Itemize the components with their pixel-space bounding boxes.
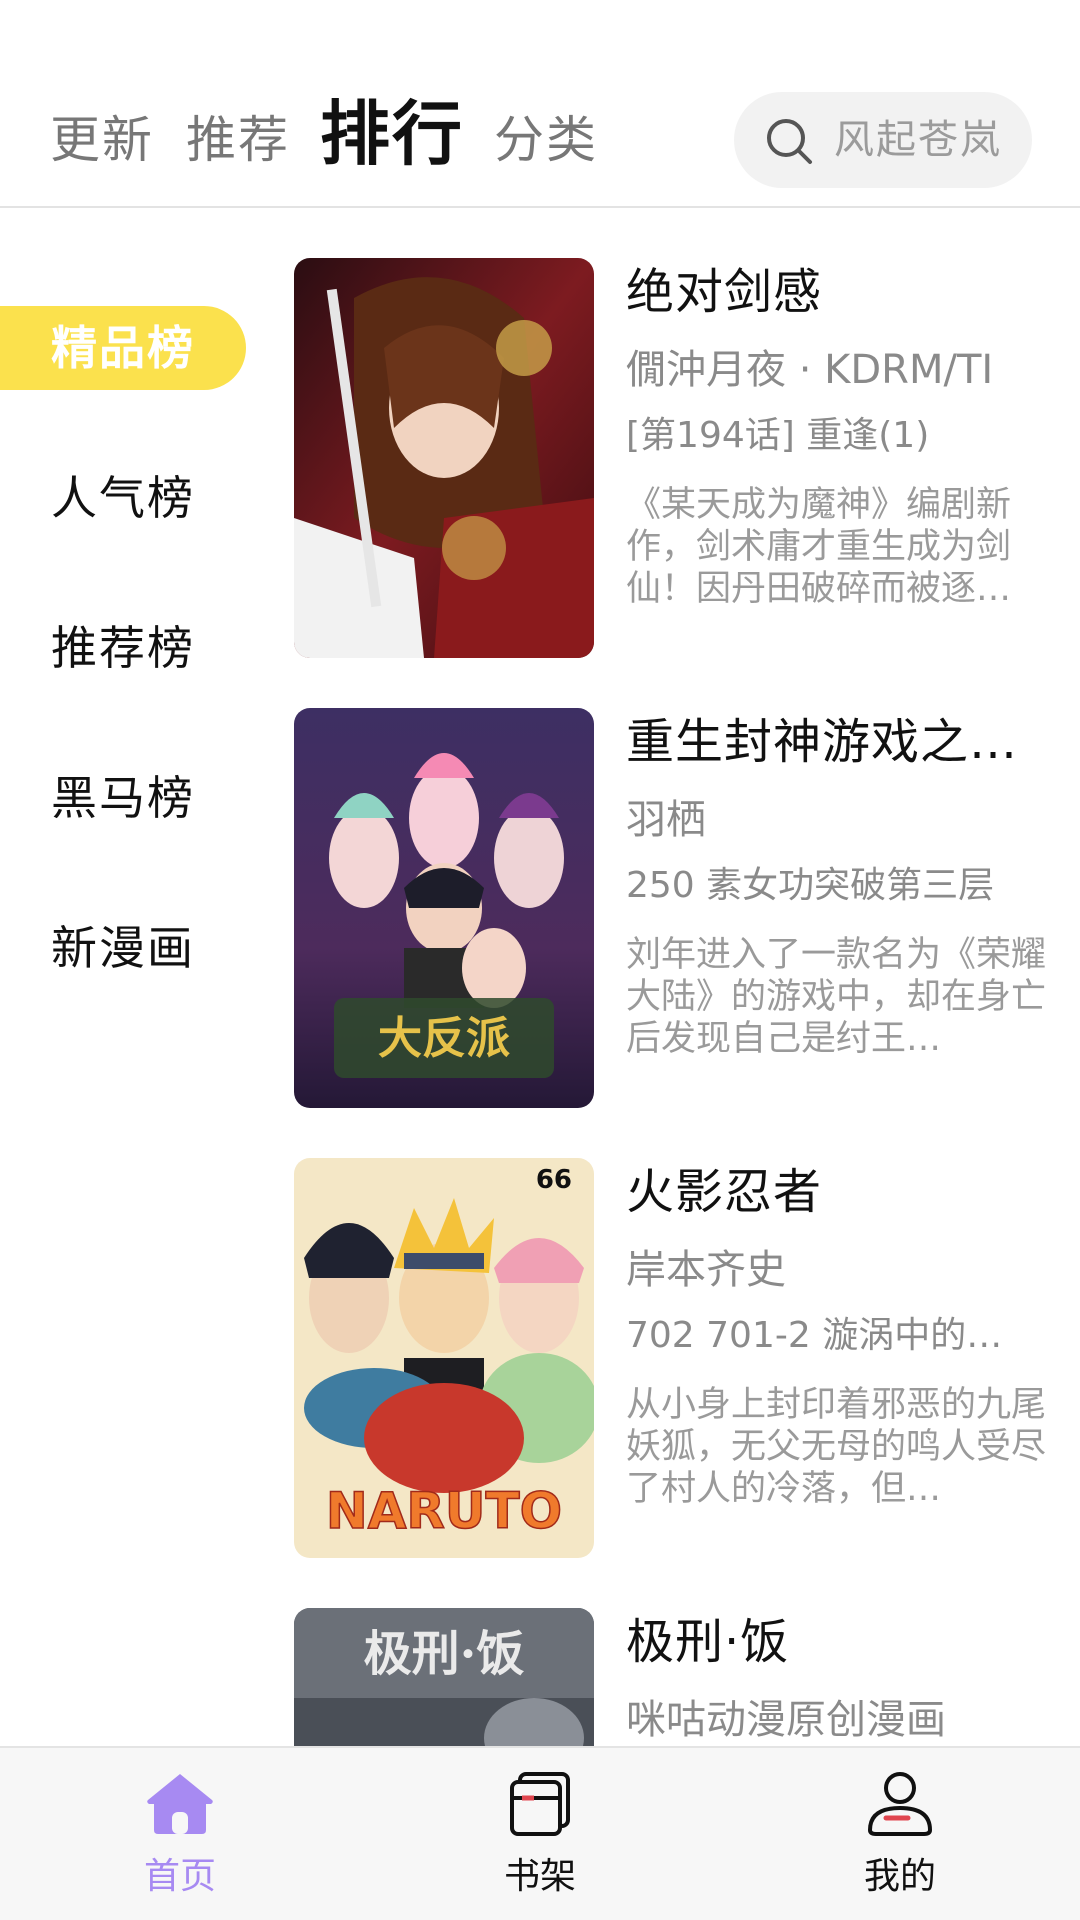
nav-profile[interactable]: 我的 <box>800 1748 1000 1920</box>
home-icon <box>147 1774 213 1834</box>
comic-title: 绝对剑感 <box>626 264 823 320</box>
cover-image: 极刑·饭 <box>294 1608 594 1748</box>
comic-card[interactable]: 大反派 重生封神游戏之… 羽栖 250 素女功突破第三层 刘年进入了一款名为《荣… <box>294 708 1054 1108</box>
rank-item-popular[interactable]: 人气榜 <box>0 456 246 540</box>
tab-updates[interactable]: 更新 <box>50 100 154 180</box>
comic-cover[interactable]: NARUTO 66 <box>294 1158 594 1558</box>
cover-image: NARUTO 66 <box>294 1158 594 1558</box>
comic-author: 僩沖月夜 · KDRM/TI <box>626 347 994 393</box>
nav-home[interactable]: 首页 <box>80 1748 280 1920</box>
bookshelf-icon <box>510 1772 570 1836</box>
comic-cover[interactable]: 大反派 <box>294 708 594 1108</box>
comic-description: 《某天成为魔神》编剧新作，剑术庸才重生成为剑仙！因丹田破碎而被逐… <box>626 485 1012 609</box>
cover-image <box>294 258 594 658</box>
svg-text:66: 66 <box>536 1165 572 1195</box>
comic-title: 火影忍者 <box>626 1164 823 1220</box>
nav-profile-label: 我的 <box>863 1856 936 1897</box>
comic-card[interactable]: 绝对剑感 僩沖月夜 · KDRM/TI [第194话] 重逢(1) 《某天成为魔… <box>294 258 1054 658</box>
comic-cover[interactable]: 极刑·饭 <box>294 1608 594 1748</box>
top-header: 更新 推荐 排行 分类 风起苍岚 <box>0 0 1080 208</box>
rank-item-new-comics[interactable]: 新漫画 <box>0 906 246 990</box>
comic-author: 岸本齐史 <box>626 1247 786 1293</box>
profile-icon <box>867 1772 933 1836</box>
comic-info: 绝对剑感 僩沖月夜 · KDRM/TI [第194话] 重逢(1) 《某天成为魔… <box>626 258 1046 610</box>
comic-latest-chapter: [第194话] 重逢(1) <box>626 415 930 456</box>
rank-sidebar: 精品榜 人气榜 推荐榜 黑马榜 新漫画 <box>0 208 270 1748</box>
rank-item-recommend[interactable]: 推荐榜 <box>0 606 246 690</box>
search-icon <box>767 119 812 164</box>
tab-categories[interactable]: 分类 <box>494 100 598 180</box>
comic-title: 重生封神游戏之… <box>626 714 1019 770</box>
comic-latest-chapter: 250 素女功突破第三层 <box>626 865 995 906</box>
tab-recommend[interactable]: 推荐 <box>186 100 290 180</box>
comic-title: 极刑·饭 <box>626 1614 790 1670</box>
svg-text:极刑·饭: 极刑·饭 <box>364 1626 525 1682</box>
bottom-navigation: 首页 书架 我的 <box>0 1746 1080 1920</box>
nav-bookshelf-label: 书架 <box>503 1856 576 1897</box>
comic-description: 从小身上封印着邪恶的九尾妖狐，无父无母的鸣人受尽了村人的冷落，但… <box>626 1385 1046 1509</box>
comic-info: 极刑·饭 咪咕动漫原创漫画 <box>626 1608 1046 1748</box>
comic-card[interactable]: 极刑·饭 极刑·饭 咪咕动漫原创漫画 <box>294 1608 1054 1748</box>
comic-author: 咪咕动漫原创漫画 <box>626 1697 946 1743</box>
svg-text:大反派: 大反派 <box>378 1013 510 1064</box>
comic-cover[interactable] <box>294 258 594 658</box>
nav-home-label: 首页 <box>143 1856 216 1897</box>
comic-info: 火影忍者 岸本齐史 702 701-2 漩涡中的… 从小身上封印着邪恶的九尾妖狐… <box>626 1158 1046 1510</box>
search-bar[interactable]: 风起苍岚 <box>734 92 1032 188</box>
comic-info: 重生封神游戏之… 羽栖 250 素女功突破第三层 刘年进入了一款名为《荣耀大陆》… <box>626 708 1046 1060</box>
cover-image: 大反派 <box>294 708 594 1108</box>
comic-list: 绝对剑感 僩沖月夜 · KDRM/TI [第194话] 重逢(1) 《某天成为魔… <box>294 258 1054 1748</box>
nav-bookshelf[interactable]: 书架 <box>440 1748 640 1920</box>
comic-latest-chapter: 702 701-2 漩涡中的… <box>626 1315 1003 1356</box>
comic-card[interactable]: NARUTO 66 火影忍者 岸本齐史 702 701-2 漩涡中的… 从小身上… <box>294 1158 1054 1558</box>
rank-item-dark-horse[interactable]: 黑马榜 <box>0 756 246 840</box>
comic-description: 刘年进入了一款名为《荣耀大陆》的游戏中，却在身亡后发现自己是纣王… <box>626 935 1046 1059</box>
tab-ranking[interactable]: 排行 <box>320 94 464 174</box>
ranking-screen: 更新 推荐 排行 分类 风起苍岚 精品榜 人气榜 推荐榜 黑马榜 新漫画 绝对剑… <box>0 0 1080 1920</box>
search-placeholder: 风起苍岚 <box>834 117 1002 163</box>
rank-item-premium[interactable]: 精品榜 <box>0 306 246 390</box>
comic-author: 羽栖 <box>626 797 706 843</box>
svg-text:NARUTO: NARUTO <box>326 1482 562 1540</box>
